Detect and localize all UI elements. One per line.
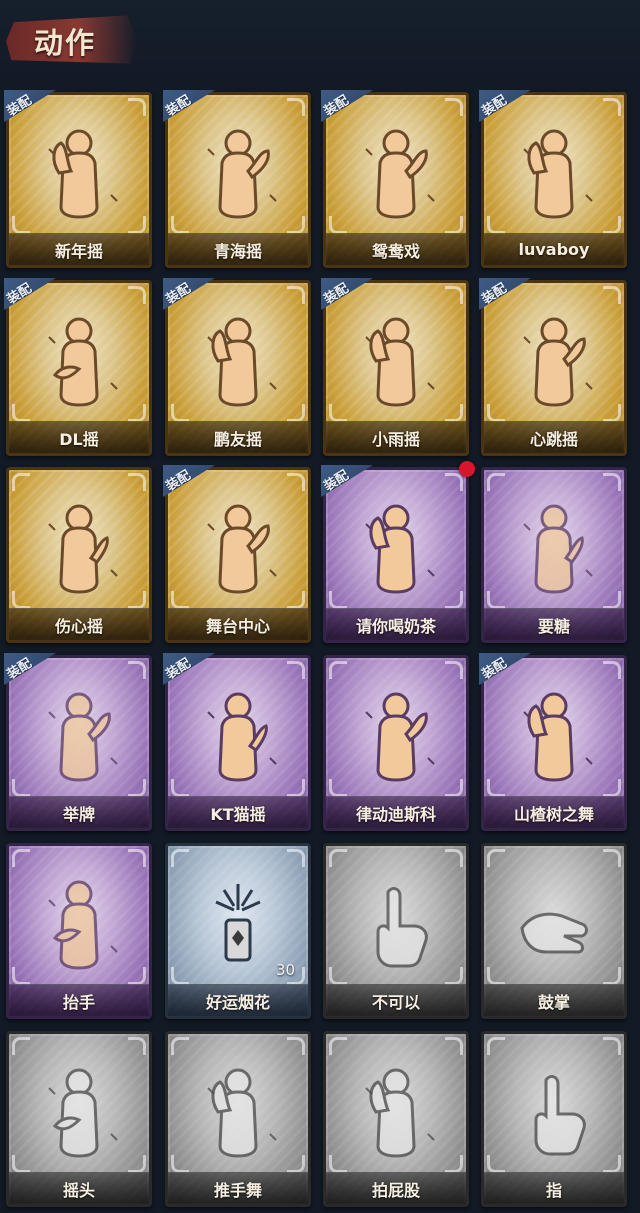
figure-raise-hand-icon xyxy=(6,863,152,985)
card-label-bar: 舞台中心 xyxy=(168,608,308,640)
card-label-bar: 摇头 xyxy=(9,1172,149,1204)
card-label: DL摇 xyxy=(59,429,99,449)
card-label: 指 xyxy=(545,1180,562,1200)
card-label: 举牌 xyxy=(62,804,95,824)
card-label-bar: 鹏友摇 xyxy=(168,421,308,453)
emote-card[interactable]: 请你喝奶茶 装配 xyxy=(321,465,469,643)
figure-arm-up-icon xyxy=(6,300,152,422)
figure-heart-hands-icon xyxy=(6,487,152,609)
figure-dance-icon xyxy=(323,112,469,234)
card-label: 要糖 xyxy=(537,616,570,636)
figure-rain-icon xyxy=(323,300,469,422)
emote-card[interactable]: 鸳鸯戏 装配 xyxy=(321,90,469,268)
card-label-bar: KT猫摇 xyxy=(168,796,308,828)
emote-card[interactable]: 摇头 xyxy=(6,1031,152,1207)
card-label-bar: 抬手 xyxy=(9,984,149,1016)
card-label-bar: 请你喝奶茶 xyxy=(326,608,466,640)
card-label-bar: 心跳摇 xyxy=(484,421,624,453)
new-indicator-dot xyxy=(459,461,475,477)
card-label-bar: 推手舞 xyxy=(168,1172,308,1204)
emote-card[interactable]: 鼓掌 xyxy=(481,843,627,1019)
figure-push-icon xyxy=(165,1051,311,1173)
figure-sign-icon xyxy=(323,487,469,609)
emote-card[interactable]: 指 xyxy=(481,1031,627,1207)
card-label: 好运烟花 xyxy=(205,992,270,1012)
card-label-bar: 青海摇 xyxy=(168,233,308,265)
card-label-bar: 拍屁股 xyxy=(326,1172,466,1204)
card-label: 新年摇 xyxy=(54,241,103,261)
card-label: 摇头 xyxy=(62,1180,95,1200)
card-label-bar: 山楂树之舞 xyxy=(484,796,624,828)
card-label: luvaboy xyxy=(518,240,590,259)
finger-no-icon xyxy=(323,863,469,985)
emote-card[interactable]: KT猫摇 装配 xyxy=(163,653,311,831)
emote-card[interactable]: 伤心摇 xyxy=(6,467,152,643)
emote-card[interactable]: 律动迪斯科 xyxy=(323,655,469,831)
emote-card[interactable]: 抬手 xyxy=(6,843,152,1019)
figure-shake-icon xyxy=(165,112,311,234)
card-label-bar: 伤心摇 xyxy=(9,608,149,640)
figure-beg-icon xyxy=(481,487,627,609)
card-label: 心跳摇 xyxy=(529,429,578,449)
card-label: 抬手 xyxy=(62,992,95,1012)
figure-heartbeat-icon xyxy=(481,300,627,422)
card-label: KT猫摇 xyxy=(210,804,266,824)
figure-slap-icon xyxy=(323,1051,469,1173)
card-label-bar: 举牌 xyxy=(9,796,149,828)
card-label-bar: 鼓掌 xyxy=(484,984,624,1016)
card-label-bar: 小雨摇 xyxy=(326,421,466,453)
card-label-bar: 律动迪斯科 xyxy=(326,796,466,828)
figure-clap-icon xyxy=(6,112,152,234)
emote-card[interactable]: 不可以 xyxy=(323,843,469,1019)
emote-card[interactable]: 举牌 装配 xyxy=(4,653,152,831)
figure-pose-icon xyxy=(481,112,627,234)
emote-card[interactable]: 新年摇 装配 xyxy=(4,90,152,268)
figure-wave-icon xyxy=(165,300,311,422)
emote-card[interactable]: luvaboy 装配 xyxy=(479,90,627,268)
clap-hands-icon xyxy=(481,863,627,985)
figure-hold-sign-icon xyxy=(6,675,152,797)
pointing-hand-icon xyxy=(481,1051,627,1173)
card-label-bar: 要糖 xyxy=(484,608,624,640)
figure-stage-icon xyxy=(165,487,311,609)
item-count: 30 xyxy=(275,961,295,979)
card-label: 鸳鸯戏 xyxy=(371,241,420,261)
emote-card[interactable]: 要糖 xyxy=(481,467,627,643)
emote-card[interactable]: 推手舞 xyxy=(165,1031,311,1207)
figure-head-shake-icon xyxy=(6,1051,152,1173)
figure-cat-icon xyxy=(165,675,311,797)
figure-hawthorn-icon xyxy=(481,675,627,797)
card-label-bar: 新年摇 xyxy=(9,233,149,265)
card-label: 鼓掌 xyxy=(537,992,570,1012)
card-label-bar: 鸳鸯戏 xyxy=(326,233,466,265)
card-label: 推手舞 xyxy=(213,1180,262,1200)
card-label-bar: 不可以 xyxy=(326,984,466,1016)
card-label: 伤心摇 xyxy=(54,616,103,636)
figure-disco-icon xyxy=(323,675,469,797)
emote-card[interactable]: 舞台中心 装配 xyxy=(163,465,311,643)
card-label: 拍屁股 xyxy=(371,1180,420,1200)
card-label-bar: DL摇 xyxy=(9,421,149,453)
emote-card[interactable]: 鹏友摇 装配 xyxy=(163,278,311,456)
card-label: 山楂树之舞 xyxy=(513,804,594,824)
emote-card[interactable]: 好运烟花 30 xyxy=(165,843,311,1019)
card-label: 小雨摇 xyxy=(371,429,420,449)
card-label-bar: 好运烟花 xyxy=(168,984,308,1016)
card-label: 青海摇 xyxy=(213,241,262,261)
card-label: 舞台中心 xyxy=(205,616,270,636)
emote-card[interactable]: 心跳摇 装配 xyxy=(479,278,627,456)
card-label: 请你喝奶茶 xyxy=(355,616,436,636)
emote-card[interactable]: 青海摇 装配 xyxy=(163,90,311,268)
card-label-bar: luvaboy xyxy=(484,233,624,265)
card-label: 不可以 xyxy=(371,992,420,1012)
emote-card[interactable]: 山楂树之舞 装配 xyxy=(479,653,627,831)
emote-grid: 新年摇 装配 青海摇 装配 鸳鸯戏 装配 luvaboy 装配 DL摇 装配 鹏… xyxy=(0,0,640,1213)
card-label: 鹏友摇 xyxy=(213,429,262,449)
emote-card[interactable]: DL摇 装配 xyxy=(4,278,152,456)
emote-card[interactable]: 拍屁股 xyxy=(323,1031,469,1207)
card-label-bar: 指 xyxy=(484,1172,624,1204)
card-label: 律动迪斯科 xyxy=(355,804,436,824)
emote-card[interactable]: 小雨摇 装配 xyxy=(321,278,469,456)
